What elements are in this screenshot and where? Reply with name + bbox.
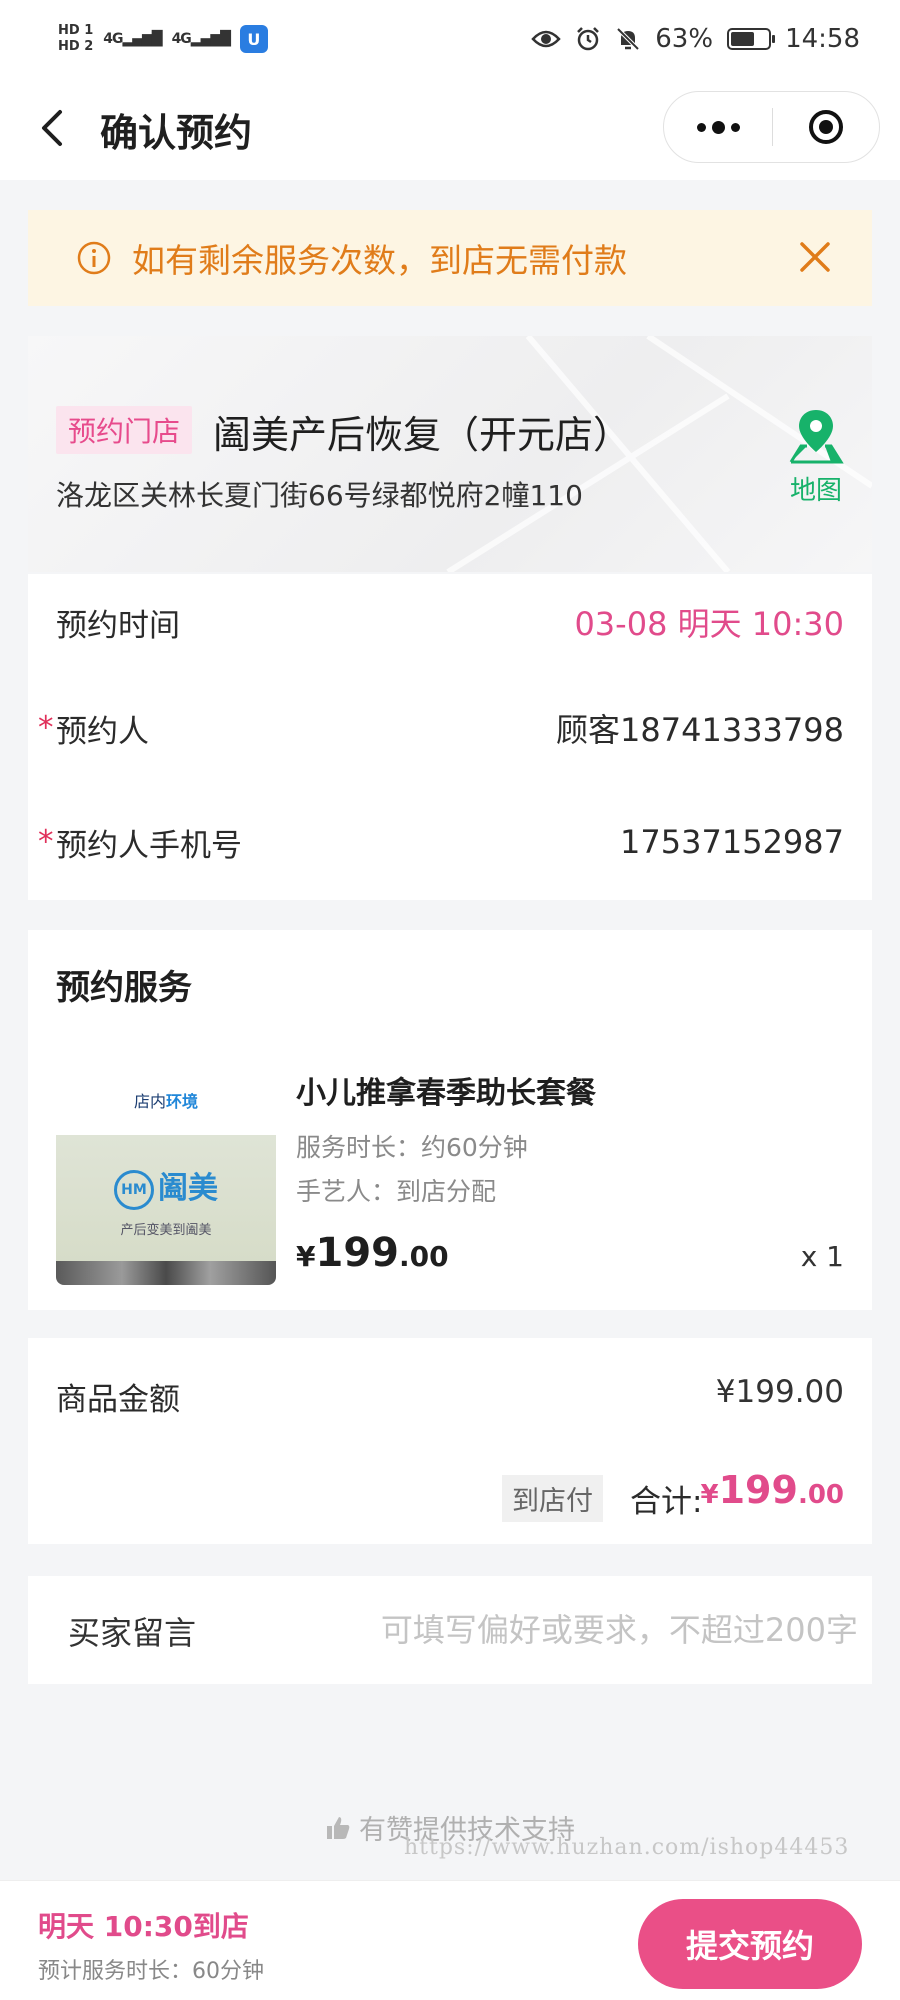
more-menu-button[interactable] (664, 92, 772, 162)
service-quantity: x 1 (800, 1240, 844, 1273)
notice-text: 如有剩余服务次数，到店无需付款 (132, 241, 627, 280)
miniapp-capsule (663, 91, 880, 163)
status-bar: HD 1 HD 2 4G▂▄▆█ 4G▂▄▆█ U 63% 14:58 (0, 0, 900, 78)
battery-fill (731, 32, 755, 46)
booking-time-label: 预约时间 (56, 607, 180, 644)
brand-slogan: 产后变美到阖美 (120, 1223, 212, 1238)
buyer-message-input[interactable] (318, 1602, 858, 1658)
map-pin-icon (789, 410, 844, 464)
watermark-text: https://www.huzhan.com/ishop44453 (404, 1835, 850, 1860)
booking-time-row[interactable]: 预约时间 03-08 明天 10:30 (28, 592, 872, 652)
store-tag: 预约门店 (56, 406, 193, 454)
status-left: HD 1 HD 2 4G▂▄▆█ 4G▂▄▆█ U (58, 23, 268, 55)
arrival-time: 明天 10:30到店 (38, 1910, 249, 1943)
buyer-message-label: 买家留言 (68, 1614, 197, 1652)
target-circle-icon (809, 110, 843, 144)
store-address: 洛龙区关林长夏门街66号绿都悦府2幢110 (56, 479, 583, 512)
total-currency: ¥ (700, 1480, 719, 1510)
battery-icon (727, 28, 776, 50)
thumbs-up-icon (327, 1816, 350, 1839)
goods-amount-value: ¥199.00 (715, 1374, 844, 1410)
thumbnail-header-a: 店内 (133, 1092, 166, 1111)
service-duration: 服务时长：约60分钟 (296, 1133, 528, 1162)
price-currency: ¥ (296, 1240, 316, 1273)
service-price: ¥199.00 (296, 1230, 449, 1276)
booker-label: 预约人 (56, 713, 149, 750)
estimated-duration: 预计服务时长：60分钟 (38, 1959, 264, 1984)
map-label: 地图 (789, 476, 842, 506)
alarm-icon (577, 27, 600, 51)
booking-info-card: 预约时间 03-08 明天 10:30 * 预约人 顾客18741333798 … (28, 574, 872, 900)
hd2-label: HD 2 (58, 39, 94, 54)
bottom-action-bar: 明天 10:30到店 预计服务时长：60分钟 提交预约 (0, 1880, 900, 2000)
nav-bar: 确认预约 (0, 78, 900, 180)
booker-phone-value: 17537152987 (620, 823, 844, 861)
required-mark: * (38, 710, 54, 746)
booker-value: 顾客18741333798 (556, 711, 844, 749)
signal-icon-2: 4G▂▄▆█ (171, 31, 231, 47)
submit-booking-button[interactable]: 提交预约 (638, 1899, 862, 1989)
more-dot-icon (711, 120, 725, 134)
store-card: 预约门店 阖美产后恢复（开元店） 洛龙区关林长夏门街66号绿都悦府2幢110 地… (28, 336, 872, 572)
net1-label: 4G (103, 31, 123, 47)
buyer-message-card: 买家留言 (28, 1576, 872, 1684)
hd1-label: HD 1 (58, 23, 94, 38)
service-name: 小儿推拿春季助长套餐 (296, 1076, 596, 1111)
booker-phone-row[interactable]: * 预约人手机号 17537152987 (28, 812, 872, 872)
total-integer: 199 (718, 1468, 798, 1512)
store-name: 阖美产后恢复（开元店） (213, 413, 632, 457)
thumbnail-body: HM 阖美 产后变美到阖美 (56, 1135, 276, 1265)
mute-bell-icon (616, 27, 640, 51)
brand-logo: HM 阖美 (56, 1163, 276, 1210)
amount-card: 商品金额 ¥199.00 到店付 合计: ¥199.00 (28, 1338, 872, 1544)
total-decimal: .00 (797, 1480, 844, 1510)
more-dot-icon (730, 122, 740, 132)
booking-time-value: 03-08 明天 10:30 (574, 605, 844, 643)
service-thumbnail: 店内 环境 HM 阖美 产后变美到阖美 (56, 1065, 276, 1285)
service-card: 预约服务 店内 环境 HM 阖美 产后变美到阖美 小儿推拿春季助长套餐 服务时长：约… (28, 930, 872, 1310)
exit-miniapp-button[interactable] (773, 108, 879, 146)
eye-icon (531, 30, 561, 48)
battery-percent: 63% (655, 24, 714, 54)
net2-label: 4G (171, 31, 192, 47)
price-integer: 199 (315, 1230, 399, 1276)
booker-phone-label: 预约人手机号 (56, 827, 242, 864)
required-mark: * (38, 824, 54, 860)
total-price: ¥199.00 (701, 1468, 844, 1512)
app-badge-icon: U (239, 25, 268, 53)
clock-time: 14:58 (785, 24, 860, 54)
booker-row[interactable]: * 预约人 顾客18741333798 (28, 698, 872, 758)
service-artisan: 手艺人：到店分配 (296, 1177, 497, 1206)
status-right: 63% 14:58 (531, 24, 860, 54)
close-icon[interactable] (796, 238, 834, 276)
more-dot-icon (696, 122, 706, 132)
notice-banner: 如有剩余服务次数，到店无需付款 (28, 210, 872, 306)
goods-amount-label: 商品金额 (56, 1382, 180, 1418)
thumbnail-floor (56, 1261, 276, 1285)
signal-icon: 4G▂▄▆█ (103, 31, 162, 47)
thumbnail-header-b: 环境 (166, 1092, 199, 1111)
price-decimal: .00 (398, 1240, 449, 1273)
back-arrow-icon[interactable] (32, 106, 76, 150)
map-button[interactable]: 地图 (780, 408, 852, 507)
hd-indicator: HD 1 HD 2 (58, 23, 93, 55)
info-icon (77, 241, 111, 275)
page-title: 确认预约 (100, 111, 253, 155)
brand-logo-text: 阖美 (158, 1171, 218, 1206)
pay-at-store-tag: 到店付 (502, 1475, 603, 1522)
service-section-title: 预约服务 (56, 968, 192, 1008)
thumbnail-header: 店内 环境 (56, 1065, 276, 1135)
total-label: 合计: (630, 1484, 703, 1520)
brand-logo-mark: HM (114, 1169, 154, 1210)
